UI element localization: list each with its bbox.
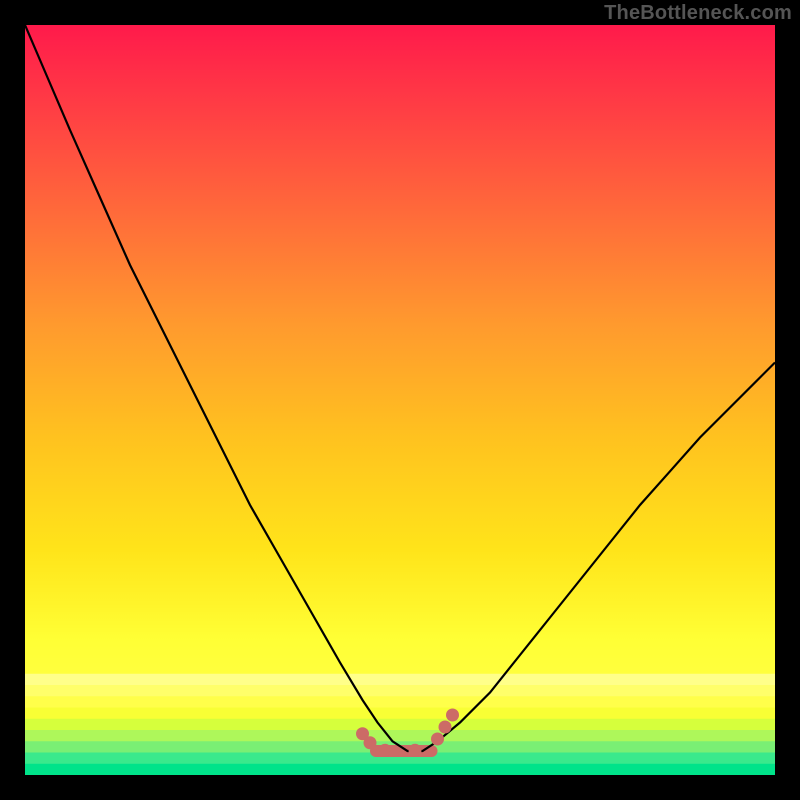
chart-plot	[25, 25, 775, 775]
bottom-color-bands	[25, 674, 775, 775]
gradient-background	[25, 25, 775, 775]
chart-frame: TheBottleneck.com	[0, 0, 800, 800]
watermark-text: TheBottleneck.com	[604, 2, 792, 25]
chart-svg	[25, 25, 775, 775]
